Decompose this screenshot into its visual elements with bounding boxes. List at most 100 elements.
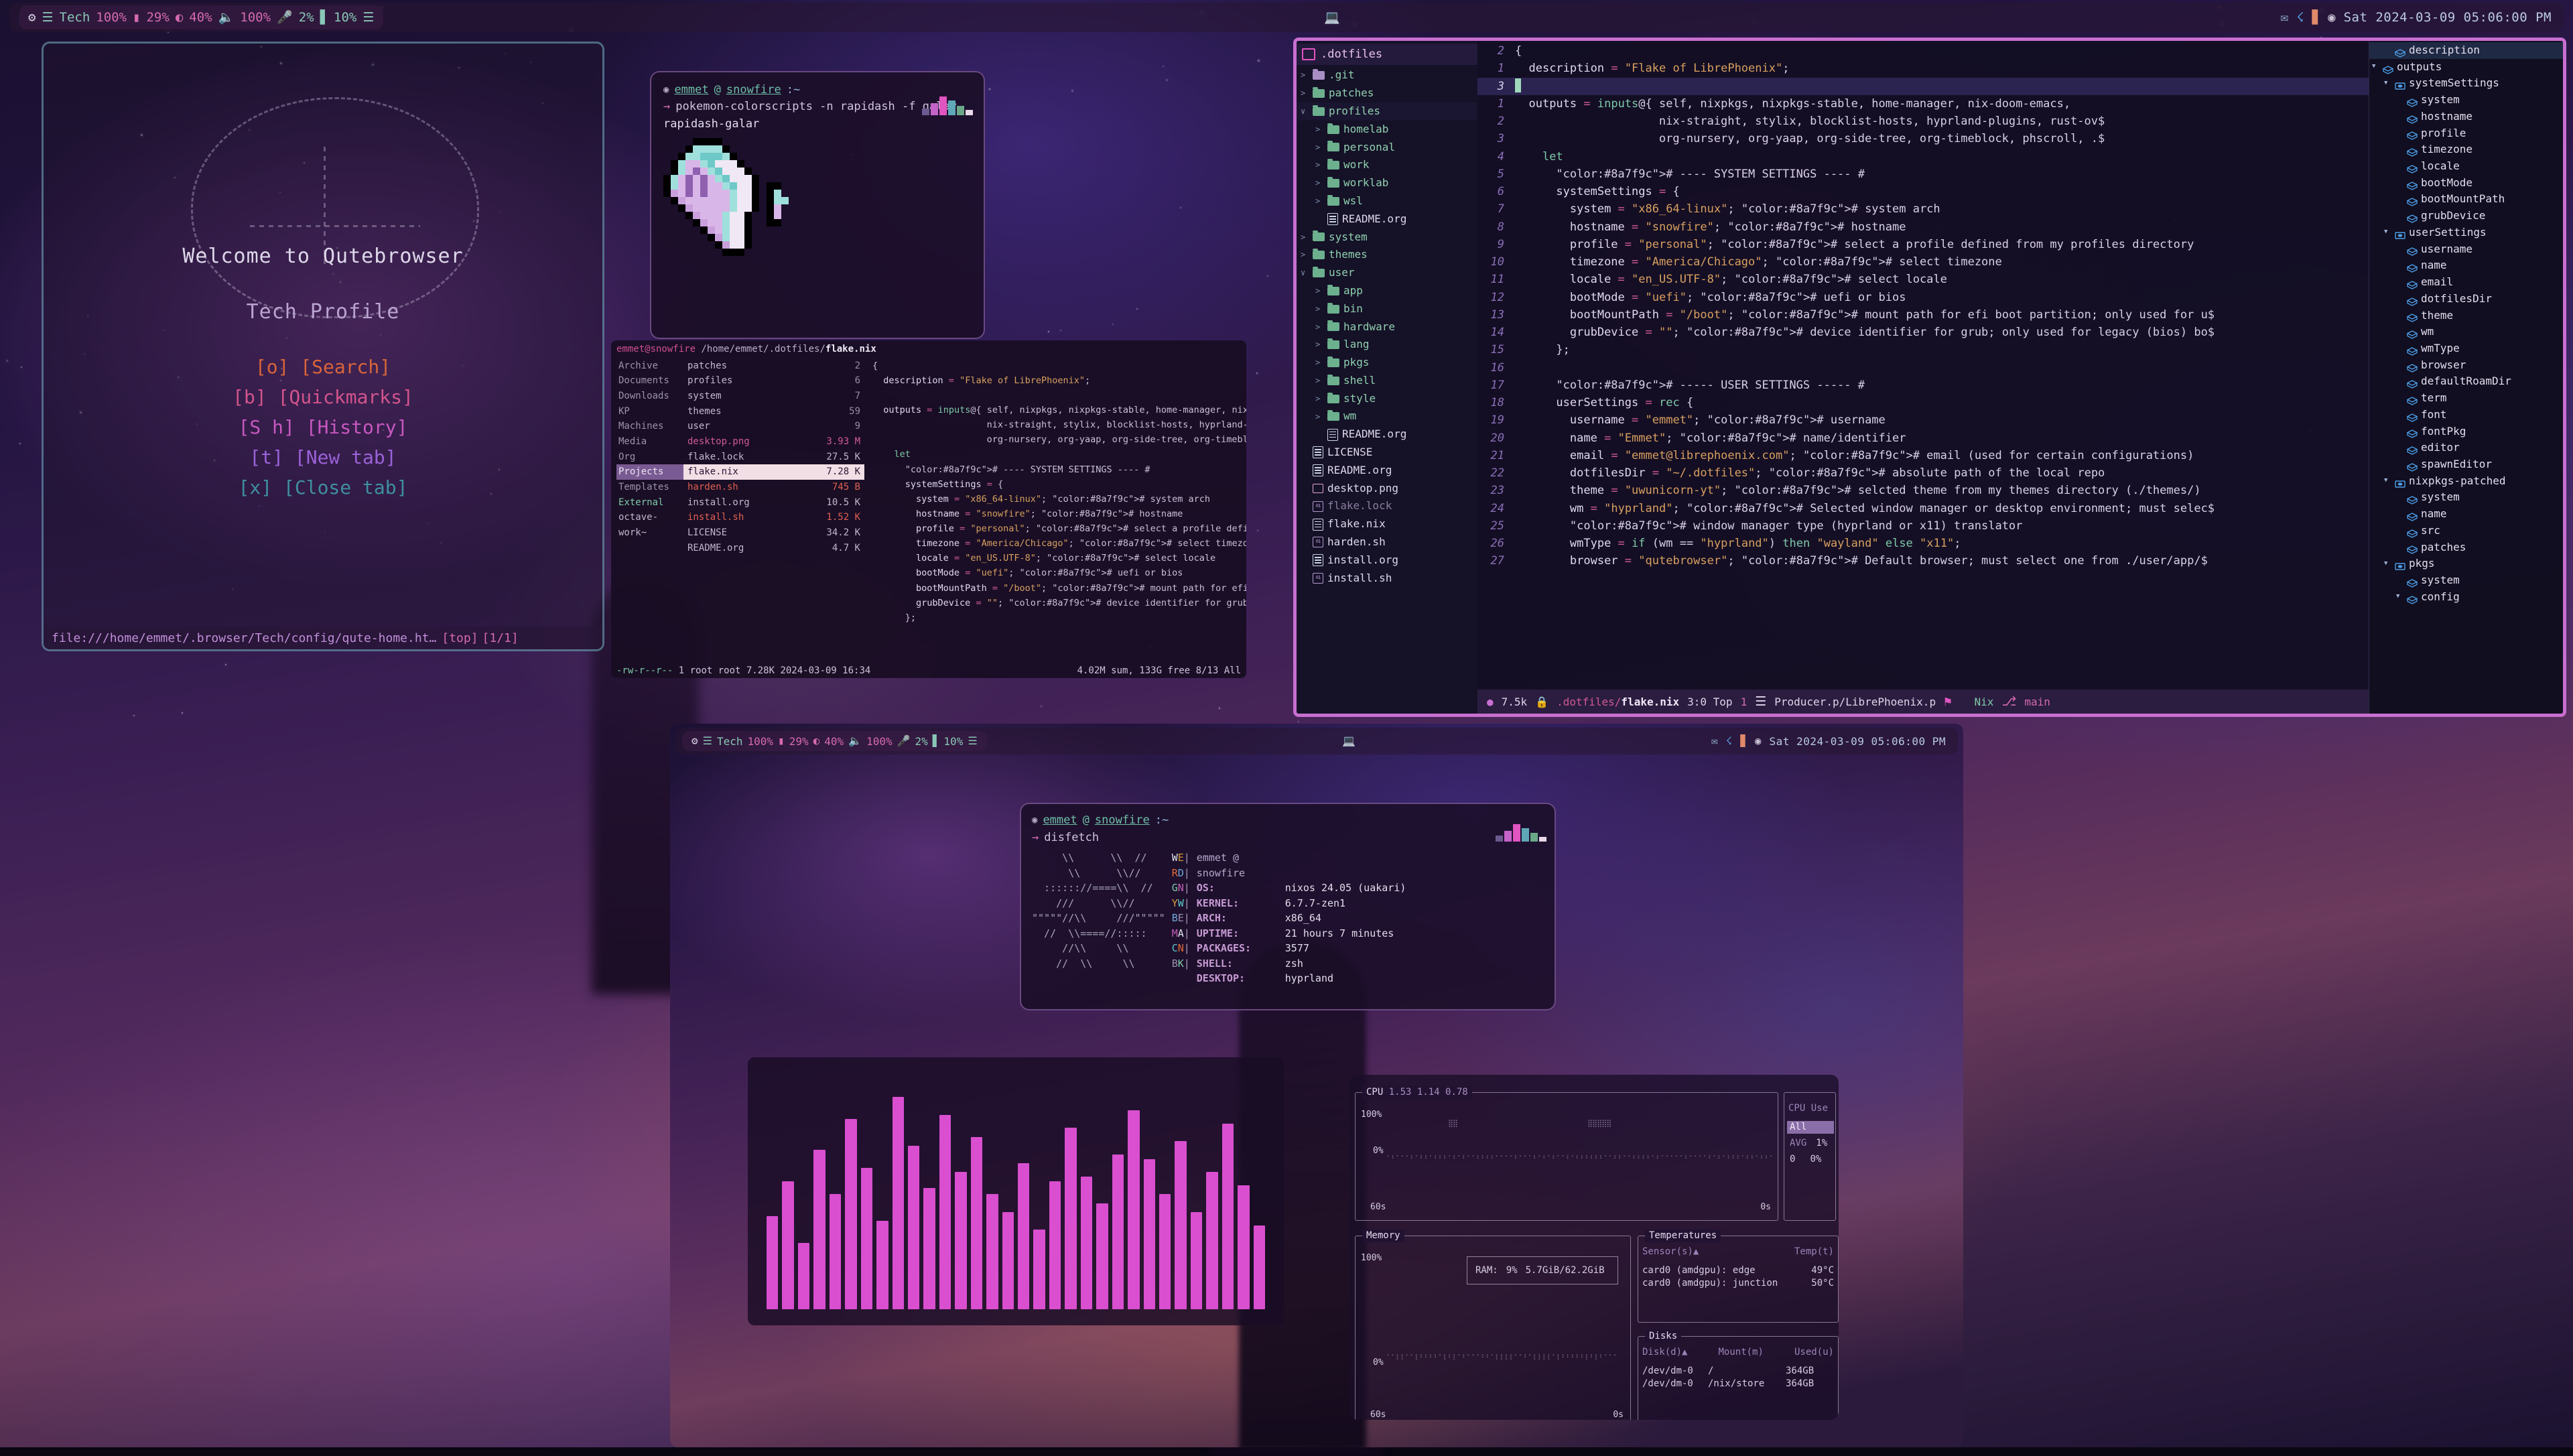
code-line[interactable]: 9 profile = "personal"; "color:#8a7f9c">… xyxy=(1477,236,2369,253)
code-line[interactable]: 18 userSettings = rec { xyxy=(1477,394,2369,411)
btop-disk-hdr-mount[interactable]: Mount(m) xyxy=(1718,1346,1763,1359)
treemacs-item[interactable]: >wsl xyxy=(1297,192,1477,210)
outline-item[interactable]: fontPkg xyxy=(2369,423,2563,440)
chevron-right-icon[interactable]: > xyxy=(1315,375,1323,387)
chevron-right-icon[interactable]: > xyxy=(1315,303,1323,316)
treemacs-item[interactable]: >worklab xyxy=(1297,174,1477,192)
speaker-icon[interactable]: 🔈 xyxy=(218,11,235,24)
emacs-editor-pane[interactable]: 2{1 description = "Flake of LibrePhoenix… xyxy=(1477,41,2369,714)
ranger-file-row[interactable]: README.org4.7 K xyxy=(683,541,864,556)
qutebrowser-shortcut[interactable]: [b] [Quickmarks] xyxy=(233,386,413,408)
treemacs-item[interactable]: 01harden.sh xyxy=(1297,533,1477,551)
outline-item[interactable]: ▼systemSettings xyxy=(2369,75,2563,92)
treemacs-item[interactable]: >shell xyxy=(1297,372,1477,390)
outline-item[interactable]: bootMode xyxy=(2369,175,2563,192)
ranger-file-row[interactable]: install.org10.5 K xyxy=(683,495,864,511)
code-line[interactable]: 22 dotfilesDir = "~/.dotfiles"; "color:#… xyxy=(1477,464,2369,482)
btop-cpu-all-row[interactable]: All xyxy=(1787,1121,1834,1134)
chevron-down-icon[interactable]: ▼ xyxy=(2384,559,2391,569)
code-line[interactable]: 24 wm = "hyprland"; "color:#8a7f9c"># Se… xyxy=(1477,500,2369,517)
outline-item[interactable]: profile xyxy=(2369,125,2563,142)
ranger-file-row[interactable]: themes59 xyxy=(683,404,864,419)
code-line[interactable]: 25 "color:#8a7f9c"># window manager type… xyxy=(1477,517,2369,535)
chevron-right-icon[interactable]: > xyxy=(1301,249,1309,261)
ranger-file-row[interactable]: desktop.png3.93 M xyxy=(683,434,864,450)
code-line[interactable]: 1 outputs = inputs@{ self, nixpkgs, nixp… xyxy=(1477,95,2369,113)
monitor-icon[interactable]: 💻 xyxy=(1324,11,1340,24)
outline-item-list[interactable]: description▼outputs▼systemSettingssystem… xyxy=(2369,42,2563,605)
volume-percent[interactable]: 40% xyxy=(824,735,844,748)
status-bar2-pill[interactable]: ⚙ ☰ Tech 100% ▮ 29% ◐ 40% 🔈 100% 🎤 2% ▋ … xyxy=(682,731,987,751)
chevron-down-icon[interactable]: ▼ xyxy=(2384,79,2391,88)
treemacs-root[interactable]: .dotfiles xyxy=(1297,44,1477,65)
outline-item[interactable]: timezone xyxy=(2369,141,2563,158)
outline-item[interactable]: system xyxy=(2369,489,2563,506)
qutebrowser-window[interactable]: Welcome to Qutebrowser Tech Profile [o] … xyxy=(42,42,604,651)
treemacs-item[interactable]: LICENSE xyxy=(1297,444,1477,462)
ranger-parent-item[interactable]: External xyxy=(616,495,683,511)
code-line[interactable]: 16 xyxy=(1477,359,2369,377)
outline-item[interactable]: system xyxy=(2369,572,2563,589)
terminal-pokemon-window[interactable]: ◉ emmet@snowfire:~ → pokemon-colorscript… xyxy=(650,71,985,339)
mail-icon[interactable]: ✉ xyxy=(2281,11,2288,24)
disfetch-terminal-window[interactable]: ◉ emmet@snowfire:~ → disfetch \\ \\ // \… xyxy=(1020,803,1556,1010)
mail-icon[interactable]: ✉ xyxy=(1711,736,1718,746)
wifi-icon[interactable]: ▊ xyxy=(1740,736,1747,746)
ranger-file-row[interactable]: user9 xyxy=(683,419,864,434)
outline-item[interactable]: font xyxy=(2369,407,2563,423)
code-line[interactable]: 17 "color:#8a7f9c"># ----- USER SETTINGS… xyxy=(1477,377,2369,394)
outline-item[interactable]: name xyxy=(2369,257,2563,274)
treemacs-item[interactable]: README.org xyxy=(1297,462,1477,480)
chevron-down-icon[interactable]: ▼ xyxy=(2396,592,2403,602)
ranger-parent-item[interactable]: KP xyxy=(616,404,683,419)
code-line[interactable]: 11 locale = "en_US.UTF-8"; "color:#8a7f9… xyxy=(1477,271,2369,288)
outline-item[interactable]: name xyxy=(2369,506,2563,523)
workspace-label[interactable]: Tech xyxy=(60,10,90,25)
chevron-right-icon[interactable]: > xyxy=(1315,123,1323,136)
chevron-right-icon[interactable]: > xyxy=(1315,177,1323,190)
outline-item[interactable]: wm xyxy=(2369,324,2563,340)
outline-item[interactable]: bootMountPath xyxy=(2369,191,2563,208)
code-line[interactable]: 8 hostname = "snowfire"; "color:#8a7f9c"… xyxy=(1477,218,2369,236)
ranger-parent-item[interactable]: Org xyxy=(616,450,683,465)
outline-item[interactable]: ▼config xyxy=(2369,589,2563,606)
treemacs-item[interactable]: >app xyxy=(1297,282,1477,300)
bluetooth-icon[interactable]: ☇ xyxy=(1726,736,1733,746)
code-line[interactable]: 1 description = "Flake of LibrePhoenix"; xyxy=(1477,60,2369,77)
chevron-down-icon[interactable]: ▼ xyxy=(2384,228,2391,237)
ranger-parent-item[interactable]: Archive xyxy=(616,358,683,374)
code-line[interactable]: 10 timezone = "America/Chicago"; "color:… xyxy=(1477,253,2369,271)
speaker-icon[interactable]: 🔈 xyxy=(848,736,862,746)
chevron-right-icon[interactable]: > xyxy=(1315,338,1323,351)
treemacs-item[interactable]: >pkgs xyxy=(1297,354,1477,372)
treemacs-item[interactable]: install.org xyxy=(1297,551,1477,570)
gear-icon[interactable]: ⚙ xyxy=(691,736,698,746)
outline-item[interactable]: patches xyxy=(2369,539,2563,556)
layers-icon[interactable]: ☰ xyxy=(703,736,712,746)
code-line[interactable]: 3 org-nursery, org-yaap, org-side-tree, … xyxy=(1477,130,2369,147)
code-line[interactable]: 3 xyxy=(1477,78,2369,95)
chevron-right-icon[interactable]: > xyxy=(1301,69,1309,82)
chevron-right-icon[interactable]: > xyxy=(1315,321,1323,334)
layers-icon[interactable]: ☰ xyxy=(42,11,53,24)
btop-disk-hdr-disk[interactable]: Disk(d)▲ xyxy=(1642,1346,1687,1359)
status-bar-bottom-window[interactable]: ⚙ ☰ Tech 100% ▮ 29% ◐ 40% 🔈 100% 🎤 2% ▋ … xyxy=(675,728,1958,754)
outline-item[interactable]: ▼userSettings xyxy=(2369,224,2563,241)
treemacs-item[interactable]: >lang xyxy=(1297,336,1477,354)
code-line[interactable]: 27 browser = "qutebrowser"; "color:#8a7f… xyxy=(1477,552,2369,570)
code-line[interactable]: 13 bootMountPath = "/boot"; "color:#8a7f… xyxy=(1477,306,2369,324)
chevron-right-icon[interactable]: > xyxy=(1315,393,1323,405)
code-line[interactable]: 4 let xyxy=(1477,148,2369,166)
btop-disk-hdr-used[interactable]: Used(u) xyxy=(1794,1346,1834,1359)
treemacs-item[interactable]: >personal xyxy=(1297,139,1477,157)
outline-item[interactable]: defaultRoamDir xyxy=(2369,373,2563,390)
chevron-right-icon[interactable]: > xyxy=(1315,285,1323,297)
treemacs-item-list[interactable]: >.git>patches∨profiles>homelab>personal>… xyxy=(1297,66,1477,587)
code-line[interactable]: 20 name = "Emmet"; "color:#8a7f9c"># nam… xyxy=(1477,429,2369,447)
cava-visualizer-window[interactable] xyxy=(748,1057,1284,1325)
qutebrowser-shortcut[interactable]: [t] [New tab] xyxy=(249,446,396,468)
chevron-right-icon[interactable]: > xyxy=(1315,356,1323,369)
ranger-parent-item[interactable]: Projects xyxy=(616,464,683,480)
chevron-right-icon[interactable]: > xyxy=(1301,87,1309,100)
treemacs-item[interactable]: README.org xyxy=(1297,210,1477,228)
